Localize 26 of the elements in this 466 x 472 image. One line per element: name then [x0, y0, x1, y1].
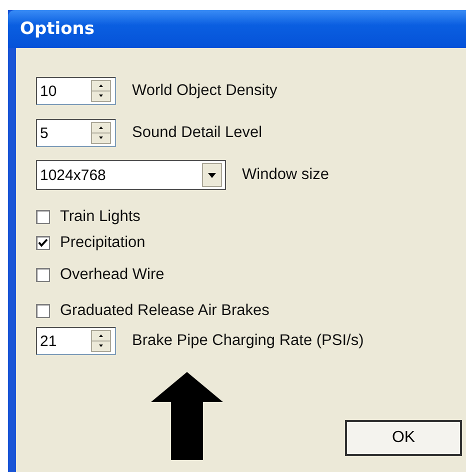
checkbox[interactable]: [36, 236, 50, 250]
checkbox[interactable]: [36, 268, 50, 282]
spinner-field[interactable]: 10: [36, 77, 116, 105]
checkbox-label: Graduated Release Air Brakes: [60, 302, 270, 320]
field-label: Brake Pipe Charging Rate (PSI/s): [132, 332, 364, 350]
ok-button[interactable]: OK: [345, 420, 462, 456]
spinner-value: 10: [40, 82, 57, 100]
spinner-value: 21: [40, 332, 57, 350]
window-title: Options: [20, 19, 94, 39]
dropdown-value: 1024x768: [40, 166, 106, 184]
checkbox-label: Train Lights: [60, 208, 140, 226]
checkbox[interactable]: [36, 304, 50, 318]
up-down-arrows-icon[interactable]: [91, 80, 111, 102]
dropdown[interactable]: 1024x768: [36, 160, 226, 190]
spinner-field[interactable]: 5: [36, 119, 116, 147]
spinner-field[interactable]: 21: [36, 327, 116, 355]
up-arrow-icon: [151, 372, 223, 460]
field-label: World Object Density: [132, 82, 278, 100]
checkbox-label: Overhead Wire: [60, 266, 164, 284]
up-down-arrows-icon[interactable]: [91, 330, 111, 352]
field-label: Window size: [242, 166, 329, 184]
field-label: Sound Detail Level: [132, 124, 262, 142]
checkbox-label: Precipitation: [60, 234, 146, 252]
up-down-arrows-icon[interactable]: [91, 122, 111, 144]
spinner-value: 5: [40, 124, 48, 142]
checkbox[interactable]: [36, 210, 50, 224]
